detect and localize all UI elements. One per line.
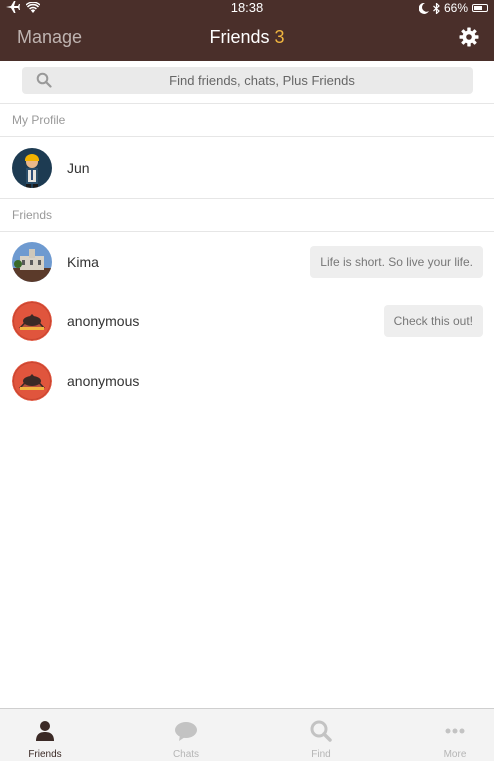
title-text: Friends bbox=[209, 27, 270, 47]
status-bar: 18:38 66% bbox=[0, 0, 494, 16]
top-bar: 18:38 66% Manage Friends 3 bbox=[0, 0, 494, 61]
moon-icon bbox=[418, 2, 429, 14]
friend-name: Kima bbox=[67, 254, 99, 270]
my-profile-row[interactable]: Jun bbox=[0, 138, 494, 198]
section-header-my-profile: My Profile bbox=[0, 104, 494, 137]
section-header-friends: Friends bbox=[0, 199, 494, 232]
avatar bbox=[12, 148, 52, 188]
avatar bbox=[12, 242, 52, 282]
bluetooth-icon bbox=[433, 2, 440, 14]
friend-avatar-image bbox=[12, 242, 52, 282]
friend-count: 3 bbox=[274, 27, 285, 47]
status-message: Check this out! bbox=[383, 305, 483, 337]
person-icon bbox=[36, 721, 54, 741]
tab-chats[interactable]: Chats bbox=[141, 709, 231, 761]
search-bar-container bbox=[0, 61, 494, 104]
tab-find[interactable]: Find bbox=[276, 709, 366, 761]
friend-row[interactable]: anonymous Check this out! bbox=[0, 291, 494, 351]
tab-label: Find bbox=[311, 749, 331, 760]
search-bar[interactable] bbox=[22, 67, 473, 94]
search-icon bbox=[36, 72, 52, 88]
friend-name: anonymous bbox=[67, 313, 140, 329]
battery-icon bbox=[472, 4, 488, 12]
search-input[interactable] bbox=[62, 67, 462, 94]
tab-more[interactable]: More bbox=[410, 709, 494, 761]
anonymous-avatar-image bbox=[12, 301, 52, 341]
anonymous-avatar-image bbox=[12, 361, 52, 401]
tab-friends[interactable]: Friends bbox=[0, 709, 90, 761]
status-right: 66% bbox=[418, 1, 488, 15]
tab-bar: Friends Chats Find More bbox=[0, 708, 494, 761]
tab-label: More bbox=[443, 749, 467, 760]
page-title: Friends 3 bbox=[0, 27, 494, 48]
friend-row[interactable]: Kima Life is short. So live your life. bbox=[0, 232, 494, 292]
profile-avatar-image bbox=[12, 148, 52, 188]
profile-name: Jun bbox=[67, 160, 90, 176]
search-icon bbox=[310, 720, 332, 742]
more-dots-icon bbox=[445, 728, 465, 734]
avatar bbox=[12, 361, 52, 401]
friend-row[interactable]: anonymous bbox=[0, 351, 494, 411]
status-message: Life is short. So live your life. bbox=[310, 246, 483, 278]
speech-bubble-icon bbox=[175, 722, 197, 741]
tab-label: Friends bbox=[28, 749, 62, 760]
tab-label: Chats bbox=[172, 749, 200, 760]
gear-icon[interactable] bbox=[459, 27, 479, 47]
avatar bbox=[12, 301, 52, 341]
friend-name: anonymous bbox=[67, 373, 140, 389]
battery-percent: 66% bbox=[443, 1, 468, 15]
